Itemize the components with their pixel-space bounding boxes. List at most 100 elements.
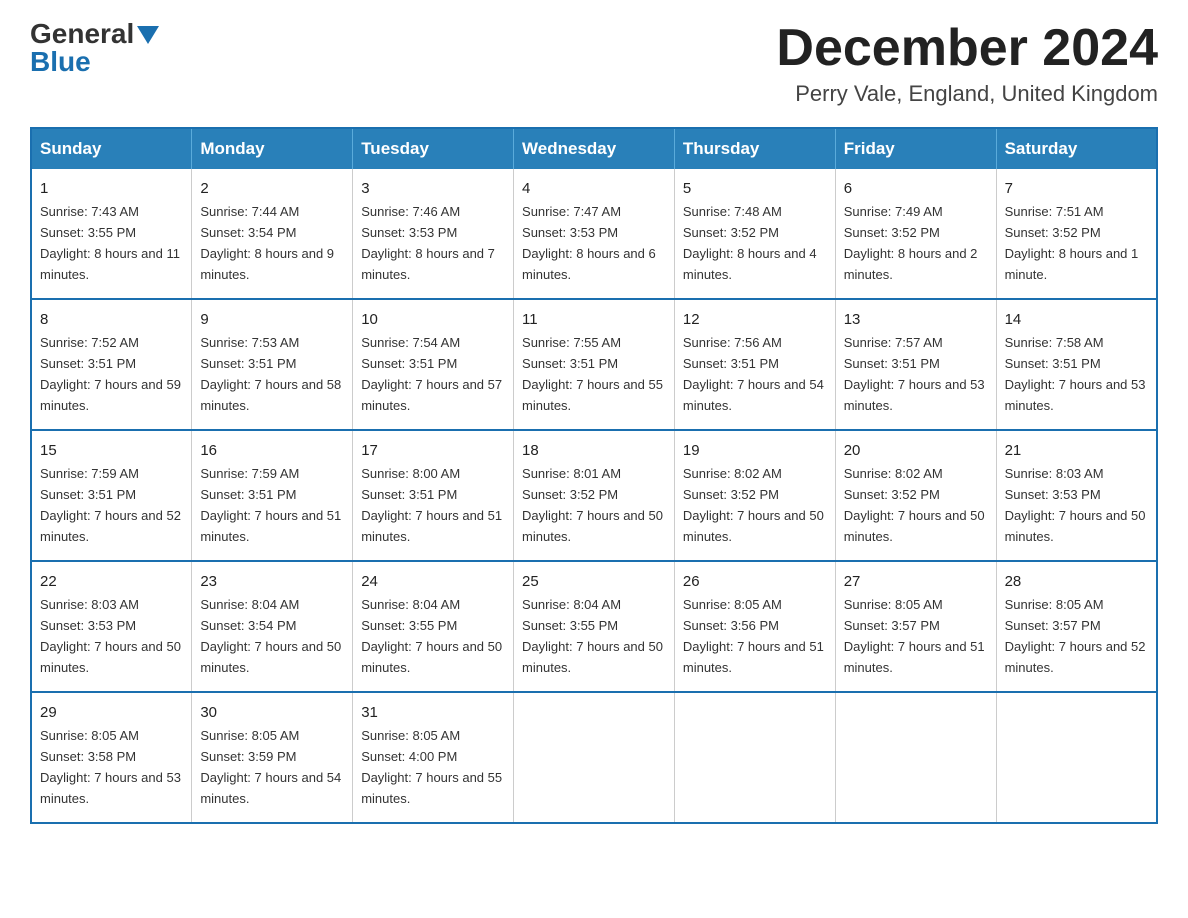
day-number: 12 <box>683 308 827 331</box>
day-info: Sunrise: 8:05 AMSunset: 3:59 PMDaylight:… <box>200 728 341 806</box>
day-number: 5 <box>683 177 827 200</box>
day-number: 2 <box>200 177 344 200</box>
calendar-week-row: 8 Sunrise: 7:52 AMSunset: 3:51 PMDaylight… <box>31 299 1157 430</box>
day-number: 4 <box>522 177 666 200</box>
day-number: 17 <box>361 439 505 462</box>
header: General Blue December 2024 Perry Vale, E… <box>30 20 1158 107</box>
header-tuesday: Tuesday <box>353 128 514 169</box>
day-info: Sunrise: 8:00 AMSunset: 3:51 PMDaylight:… <box>361 466 502 544</box>
header-friday: Friday <box>835 128 996 169</box>
day-number: 11 <box>522 308 666 331</box>
day-info: Sunrise: 8:05 AMSunset: 3:57 PMDaylight:… <box>1005 597 1146 675</box>
day-info: Sunrise: 7:59 AMSunset: 3:51 PMDaylight:… <box>200 466 341 544</box>
day-info: Sunrise: 8:03 AMSunset: 3:53 PMDaylight:… <box>40 597 181 675</box>
day-number: 10 <box>361 308 505 331</box>
calendar-cell: 30 Sunrise: 8:05 AMSunset: 3:59 PMDayligh… <box>192 692 353 823</box>
day-info: Sunrise: 8:04 AMSunset: 3:55 PMDaylight:… <box>522 597 663 675</box>
day-info: Sunrise: 8:04 AMSunset: 3:55 PMDaylight:… <box>361 597 502 675</box>
day-number: 15 <box>40 439 183 462</box>
day-info: Sunrise: 8:05 AMSunset: 4:00 PMDaylight:… <box>361 728 502 806</box>
day-info: Sunrise: 8:05 AMSunset: 3:58 PMDaylight:… <box>40 728 181 806</box>
logo-general-text: General <box>30 20 134 48</box>
day-number: 13 <box>844 308 988 331</box>
day-info: Sunrise: 7:56 AMSunset: 3:51 PMDaylight:… <box>683 335 824 413</box>
calendar-cell: 3 Sunrise: 7:46 AMSunset: 3:53 PMDaylight… <box>353 169 514 299</box>
calendar-week-row: 22 Sunrise: 8:03 AMSunset: 3:53 PMDayligh… <box>31 561 1157 692</box>
calendar-cell: 25 Sunrise: 8:04 AMSunset: 3:55 PMDayligh… <box>514 561 675 692</box>
day-number: 18 <box>522 439 666 462</box>
logo-blue-text: Blue <box>30 48 91 76</box>
calendar-cell: 26 Sunrise: 8:05 AMSunset: 3:56 PMDayligh… <box>674 561 835 692</box>
calendar-cell: 16 Sunrise: 7:59 AMSunset: 3:51 PMDayligh… <box>192 430 353 561</box>
calendar-cell: 13 Sunrise: 7:57 AMSunset: 3:51 PMDayligh… <box>835 299 996 430</box>
day-number: 25 <box>522 570 666 593</box>
day-info: Sunrise: 8:04 AMSunset: 3:54 PMDaylight:… <box>200 597 341 675</box>
calendar-cell <box>835 692 996 823</box>
day-info: Sunrise: 7:44 AMSunset: 3:54 PMDaylight:… <box>200 204 334 282</box>
calendar-cell: 22 Sunrise: 8:03 AMSunset: 3:53 PMDayligh… <box>31 561 192 692</box>
day-info: Sunrise: 7:54 AMSunset: 3:51 PMDaylight:… <box>361 335 502 413</box>
calendar-cell: 5 Sunrise: 7:48 AMSunset: 3:52 PMDaylight… <box>674 169 835 299</box>
day-info: Sunrise: 7:49 AMSunset: 3:52 PMDaylight:… <box>844 204 978 282</box>
calendar-cell: 7Sunrise: 7:51 AMSunset: 3:52 PMDaylight… <box>996 169 1157 299</box>
calendar-cell: 10 Sunrise: 7:54 AMSunset: 3:51 PMDayligh… <box>353 299 514 430</box>
day-number: 8 <box>40 308 183 331</box>
calendar-cell: 21Sunrise: 8:03 AMSunset: 3:53 PMDayligh… <box>996 430 1157 561</box>
day-number: 22 <box>40 570 183 593</box>
day-number: 20 <box>844 439 988 462</box>
header-wednesday: Wednesday <box>514 128 675 169</box>
day-info: Sunrise: 8:02 AMSunset: 3:52 PMDaylight:… <box>844 466 985 544</box>
day-number: 9 <box>200 308 344 331</box>
calendar-week-row: 1 Sunrise: 7:43 AMSunset: 3:55 PMDaylight… <box>31 169 1157 299</box>
calendar-cell: 4 Sunrise: 7:47 AMSunset: 3:53 PMDaylight… <box>514 169 675 299</box>
day-number: 21 <box>1005 439 1148 462</box>
calendar-cell: 1 Sunrise: 7:43 AMSunset: 3:55 PMDaylight… <box>31 169 192 299</box>
day-number: 7 <box>1005 177 1148 200</box>
calendar-cell: 18 Sunrise: 8:01 AMSunset: 3:52 PMDayligh… <box>514 430 675 561</box>
calendar-cell: 14Sunrise: 7:58 AMSunset: 3:51 PMDayligh… <box>996 299 1157 430</box>
logo: General Blue <box>30 20 159 76</box>
calendar-header-row: SundayMondayTuesdayWednesdayThursdayFrid… <box>31 128 1157 169</box>
day-info: Sunrise: 8:05 AMSunset: 3:56 PMDaylight:… <box>683 597 824 675</box>
day-number: 30 <box>200 701 344 724</box>
header-monday: Monday <box>192 128 353 169</box>
day-number: 26 <box>683 570 827 593</box>
day-number: 1 <box>40 177 183 200</box>
day-number: 16 <box>200 439 344 462</box>
month-title: December 2024 <box>776 20 1158 77</box>
calendar-cell <box>514 692 675 823</box>
day-info: Sunrise: 8:01 AMSunset: 3:52 PMDaylight:… <box>522 466 663 544</box>
day-number: 3 <box>361 177 505 200</box>
calendar-cell: 6 Sunrise: 7:49 AMSunset: 3:52 PMDaylight… <box>835 169 996 299</box>
calendar-cell: 20 Sunrise: 8:02 AMSunset: 3:52 PMDayligh… <box>835 430 996 561</box>
day-number: 6 <box>844 177 988 200</box>
day-number: 19 <box>683 439 827 462</box>
calendar-cell: 15Sunrise: 7:59 AMSunset: 3:51 PMDayligh… <box>31 430 192 561</box>
day-number: 23 <box>200 570 344 593</box>
calendar-cell: 23 Sunrise: 8:04 AMSunset: 3:54 PMDayligh… <box>192 561 353 692</box>
logo-triangle-icon <box>137 26 159 44</box>
day-number: 14 <box>1005 308 1148 331</box>
day-info: Sunrise: 7:48 AMSunset: 3:52 PMDaylight:… <box>683 204 817 282</box>
day-number: 28 <box>1005 570 1148 593</box>
calendar-cell: 17 Sunrise: 8:00 AMSunset: 3:51 PMDayligh… <box>353 430 514 561</box>
calendar-cell: 9Sunrise: 7:53 AMSunset: 3:51 PMDaylight… <box>192 299 353 430</box>
day-info: Sunrise: 7:52 AMSunset: 3:51 PMDaylight:… <box>40 335 181 413</box>
calendar-cell: 27Sunrise: 8:05 AMSunset: 3:57 PMDayligh… <box>835 561 996 692</box>
day-info: Sunrise: 7:46 AMSunset: 3:53 PMDaylight:… <box>361 204 495 282</box>
calendar-week-row: 29Sunrise: 8:05 AMSunset: 3:58 PMDayligh… <box>31 692 1157 823</box>
day-info: Sunrise: 7:43 AMSunset: 3:55 PMDaylight:… <box>40 204 180 282</box>
day-info: Sunrise: 7:55 AMSunset: 3:51 PMDaylight:… <box>522 335 663 413</box>
location-title: Perry Vale, England, United Kingdom <box>776 81 1158 107</box>
calendar-cell: 31Sunrise: 8:05 AMSunset: 4:00 PMDayligh… <box>353 692 514 823</box>
title-area: December 2024 Perry Vale, England, Unite… <box>776 20 1158 107</box>
calendar-cell: 29Sunrise: 8:05 AMSunset: 3:58 PMDayligh… <box>31 692 192 823</box>
calendar-cell: 24Sunrise: 8:04 AMSunset: 3:55 PMDayligh… <box>353 561 514 692</box>
calendar-cell: 12 Sunrise: 7:56 AMSunset: 3:51 PMDayligh… <box>674 299 835 430</box>
day-info: Sunrise: 7:47 AMSunset: 3:53 PMDaylight:… <box>522 204 656 282</box>
calendar-table: SundayMondayTuesdayWednesdayThursdayFrid… <box>30 127 1158 824</box>
calendar-cell: 28 Sunrise: 8:05 AMSunset: 3:57 PMDayligh… <box>996 561 1157 692</box>
day-info: Sunrise: 7:57 AMSunset: 3:51 PMDaylight:… <box>844 335 985 413</box>
calendar-cell: 19Sunrise: 8:02 AMSunset: 3:52 PMDayligh… <box>674 430 835 561</box>
header-saturday: Saturday <box>996 128 1157 169</box>
